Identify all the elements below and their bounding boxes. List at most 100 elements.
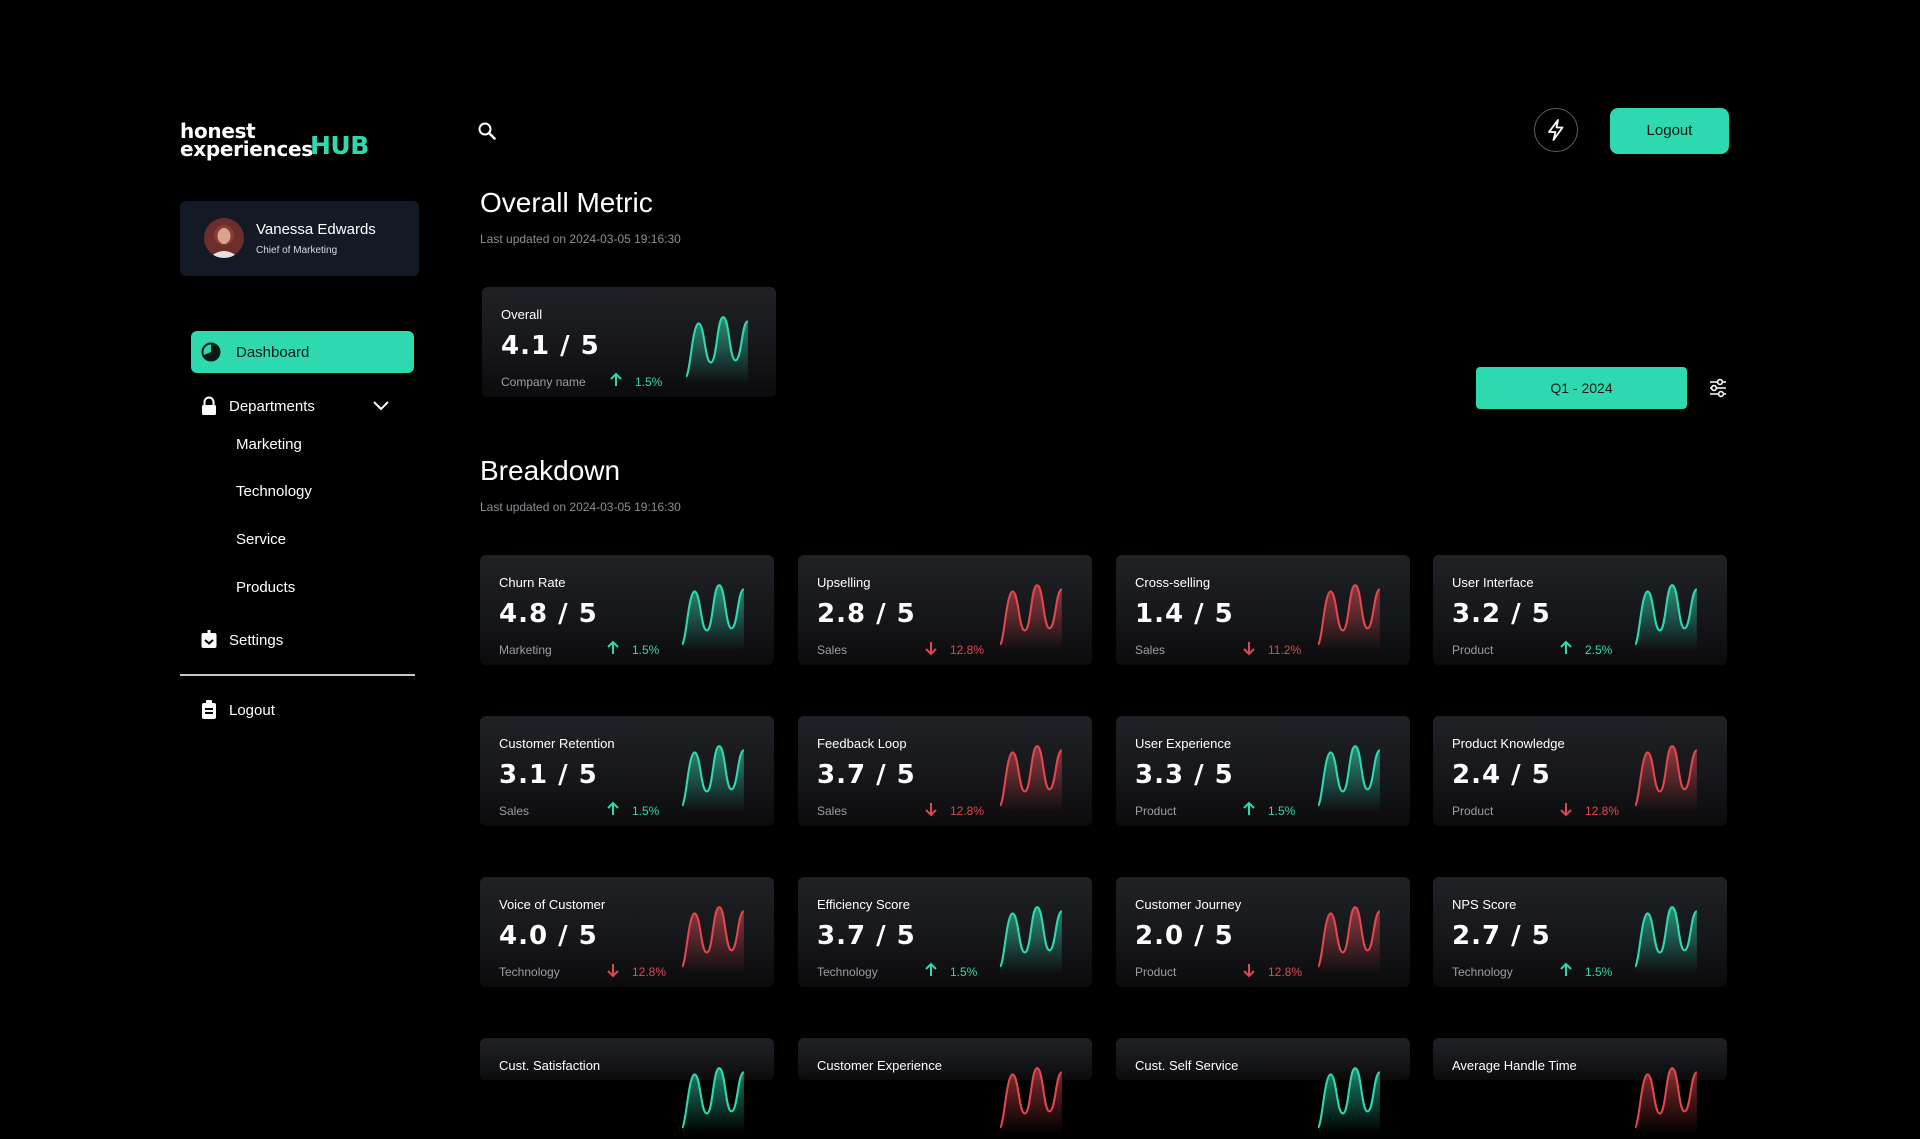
sparkline-chart	[999, 745, 1063, 812]
chevron-down-icon[interactable]	[373, 398, 389, 416]
sidebar-subitem-technology[interactable]: Technology	[236, 483, 312, 500]
metric-title: Cust. Self Service	[1135, 1058, 1239, 1073]
metric-card[interactable]: Customer Journey 2.0 / 5 Product 12.8%	[1116, 877, 1410, 987]
user-role: Chief of Marketing	[256, 245, 338, 256]
pie-chart-icon	[201, 342, 221, 367]
sidebar-item-logout[interactable]: Logout	[200, 696, 400, 724]
metric-card[interactable]: Customer Retention 3.1 / 5 Sales 1.5%	[480, 716, 774, 826]
metric-change: 12.8%	[1585, 804, 1620, 818]
metric-title: Feedback Loop	[817, 736, 907, 751]
arrow-down-icon	[925, 803, 937, 817]
period-select-button[interactable]: Q1 - 2024	[1476, 367, 1687, 409]
metric-score: 2.7 / 5	[1452, 921, 1551, 951]
metric-title: User Experience	[1135, 736, 1232, 751]
metric-score: 2.8 / 5	[817, 599, 916, 629]
logout-button[interactable]: Logout	[1610, 108, 1729, 154]
metric-card[interactable]: Cust. Satisfaction	[480, 1038, 774, 1134]
sparkline-chart	[681, 745, 745, 812]
metric-card[interactable]: Churn Rate 4.8 / 5 Marketing 1.5%	[480, 555, 774, 665]
overall-heading: Overall Metric	[480, 187, 653, 218]
metric-change: 1.5%	[950, 965, 978, 979]
metric-title: Average Handle Time	[1452, 1058, 1577, 1073]
metric-department: Technology	[499, 965, 560, 979]
metric-department: Technology	[817, 965, 878, 979]
metric-card[interactable]: Cust. Self Service	[1116, 1038, 1410, 1134]
arrow-up-icon	[1560, 962, 1572, 976]
sparkline-chart	[681, 906, 745, 973]
sidebar-subitem-marketing[interactable]: Marketing	[236, 436, 302, 453]
metric-title: Upselling	[817, 575, 871, 590]
arrow-down-icon	[1243, 964, 1255, 978]
bolt-icon	[1548, 119, 1564, 141]
search-icon[interactable]	[478, 122, 496, 145]
sparkline-chart	[1317, 1067, 1381, 1134]
metric-title: Voice of Customer	[499, 897, 606, 912]
arrow-down-icon	[1560, 803, 1572, 817]
arrow-down-icon	[1243, 642, 1255, 656]
metric-card[interactable]: Customer Experience	[798, 1038, 1092, 1134]
metric-change: 12.8%	[950, 643, 985, 657]
sidebar-item-label: Logout	[229, 702, 275, 719]
metric-card[interactable]: Feedback Loop 3.7 / 5 Sales 12.8%	[798, 716, 1092, 826]
metric-card[interactable]: Efficiency Score 3.7 / 5 Technology 1.5%	[798, 877, 1092, 987]
metric-department: Company name	[501, 375, 586, 389]
metric-score: 4.0 / 5	[499, 921, 598, 951]
brand-hub: HUB	[310, 131, 369, 160]
metric-card[interactable]: Product Knowledge 2.4 / 5 Product 12.8%	[1433, 716, 1727, 826]
sparkline-chart	[685, 316, 749, 383]
metric-title: Customer Experience	[817, 1058, 942, 1073]
brand-line2: experiences	[180, 137, 313, 161]
overall-metric-card[interactable]: Overall 4.1 / 5 Company name 1.5%	[482, 287, 776, 397]
metric-department: Product	[1135, 965, 1177, 979]
metric-card[interactable]: User Interface 3.2 / 5 Product 2.5%	[1433, 555, 1727, 665]
sidebar-item-dashboard[interactable]: Dashboard	[191, 331, 414, 373]
metric-title: Overall	[501, 307, 543, 322]
metric-score: 1.4 / 5	[1135, 599, 1234, 629]
lock-icon	[200, 396, 218, 421]
brand-logo[interactable]: honest experiences HUB	[180, 121, 369, 161]
metric-change: 1.5%	[1268, 804, 1296, 818]
metric-title: Product Knowledge	[1452, 736, 1565, 751]
arrow-up-icon	[610, 372, 622, 386]
sparkline-chart	[681, 1067, 745, 1134]
sliders-icon[interactable]	[1708, 378, 1728, 403]
metric-department: Sales	[499, 804, 530, 818]
overall-updated: Last updated on 2024-03-05 19:16:30	[480, 232, 681, 246]
quick-actions-button[interactable]	[1534, 108, 1578, 152]
metric-title: Churn Rate	[499, 575, 566, 590]
metric-department: Technology	[1452, 965, 1513, 979]
breakdown-updated: Last updated on 2024-03-05 19:16:30	[480, 500, 681, 514]
metric-card[interactable]: Voice of Customer 4.0 / 5 Technology 12.8%	[480, 877, 774, 987]
sparkline-chart	[999, 906, 1063, 973]
avatar	[204, 218, 244, 258]
sidebar-subitem-products[interactable]: Products	[236, 579, 295, 596]
sidebar-item-label: Settings	[229, 632, 284, 649]
sidebar-item-departments[interactable]: Departments	[200, 392, 400, 420]
arrow-down-icon	[925, 642, 937, 656]
logout-icon	[200, 700, 218, 725]
sidebar-divider	[180, 674, 415, 676]
metric-title: Customer Journey	[1135, 897, 1242, 912]
metric-card[interactable]: NPS Score 2.7 / 5 Technology 1.5%	[1433, 877, 1727, 987]
metric-change: 1.5%	[1585, 965, 1613, 979]
user-name: Vanessa Edwards	[256, 221, 376, 238]
metric-department: Sales	[817, 643, 848, 657]
metric-department: Sales	[1135, 643, 1166, 657]
metric-card[interactable]: User Experience 3.3 / 5 Product 1.5%	[1116, 716, 1410, 826]
metric-card[interactable]: Upselling 2.8 / 5 Sales 12.8%	[798, 555, 1092, 665]
sparkline-chart	[681, 584, 745, 651]
metric-card[interactable]: Average Handle Time	[1433, 1038, 1727, 1134]
sparkline-chart	[1634, 906, 1698, 973]
arrow-up-icon	[1560, 640, 1572, 654]
metric-change: 12.8%	[632, 965, 667, 979]
settings-icon	[200, 630, 218, 655]
metric-card[interactable]: Cross-selling 1.4 / 5 Sales 11.2%	[1116, 555, 1410, 665]
sparkline-chart	[1317, 906, 1381, 973]
metric-department: Sales	[817, 804, 848, 818]
sidebar-item-settings[interactable]: Settings	[200, 626, 400, 654]
user-profile-card[interactable]: Vanessa Edwards Chief of Marketing	[180, 201, 419, 276]
sidebar-subitem-service[interactable]: Service	[236, 531, 286, 548]
metric-change: 2.5%	[1585, 643, 1613, 657]
metric-change: 1.5%	[632, 643, 660, 657]
metric-score: 3.7 / 5	[817, 921, 916, 951]
